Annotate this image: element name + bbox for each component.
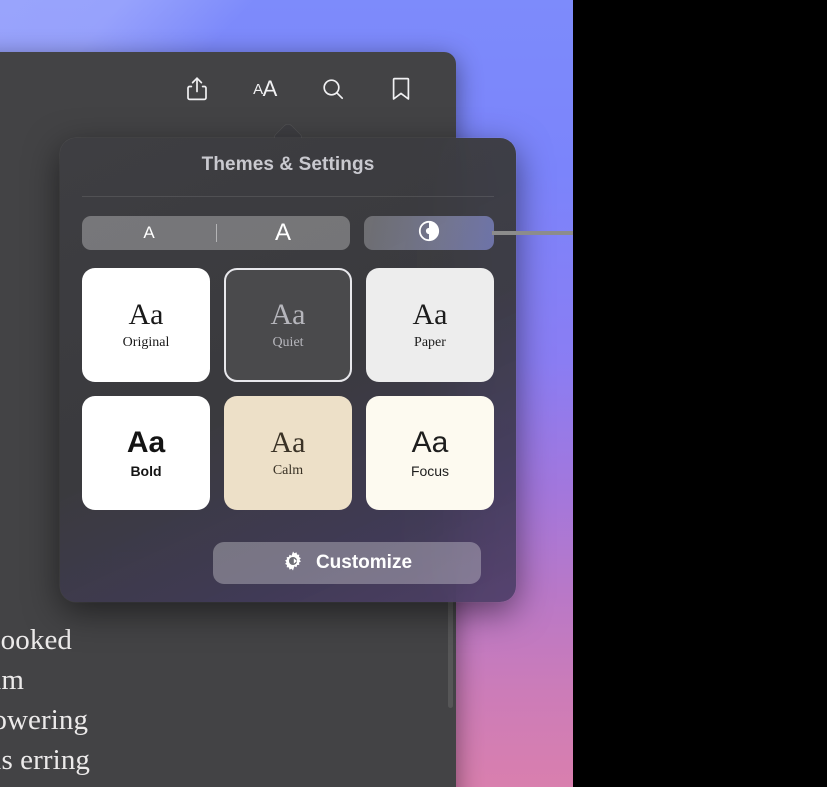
decrease-font-size-button[interactable]: A (82, 216, 216, 250)
themes-settings-popover: Themes & Settings A A Aa Original Aa Qui… (60, 138, 516, 602)
theme-sample-quiet: Aa (270, 298, 306, 332)
popover-tail (271, 120, 305, 140)
theme-name-original: Original (122, 334, 170, 350)
text-size-small-a: A (253, 80, 263, 98)
theme-name-quiet: Quiet (272, 334, 304, 350)
theme-sample-bold: Aa (126, 426, 166, 460)
callout-annotation-line (492, 231, 573, 235)
theme-name-paper: Paper (414, 334, 446, 350)
theme-card-quiet[interactable]: Aa Quiet (224, 268, 352, 382)
theme-card-paper[interactable]: Aa Paper (366, 268, 494, 382)
customize-button-label: Customize (315, 552, 413, 573)
theme-card-original[interactable]: Aa Original (82, 268, 210, 382)
gear-icon (282, 550, 304, 577)
theme-grid: Aa Original Aa Quiet Aa Paper Aa Bold Aa… (82, 268, 494, 510)
theme-name-focus: Focus (410, 462, 450, 479)
theme-name-bold: Bold (130, 462, 162, 479)
theme-sample-original: Aa (128, 298, 164, 332)
bookmark-icon[interactable] (384, 72, 418, 106)
contrast-circle-icon (418, 220, 440, 247)
text-size-big-a: A (262, 76, 278, 101)
popover-divider (82, 196, 494, 197)
theme-sample-calm: Aa (270, 426, 306, 460)
reader-toolbar: AA (0, 52, 456, 126)
theme-card-calm[interactable]: Aa Calm (224, 396, 352, 510)
text-size-icon[interactable]: AA (248, 72, 282, 106)
theme-sample-focus: Aa (411, 426, 449, 460)
search-icon[interactable] (316, 72, 350, 106)
share-icon[interactable] (180, 72, 214, 106)
increase-font-size-button[interactable]: A (216, 216, 350, 250)
theme-card-focus[interactable]: Aa Focus (366, 396, 494, 510)
appearance-toggle[interactable] (364, 216, 494, 250)
font-size-segmented-control[interactable]: A A (82, 216, 350, 250)
controls-row: A A (82, 216, 494, 250)
customize-button[interactable]: Customize (213, 542, 481, 584)
screen: AA I am shou r. Lo d gid not e ated. ret… (0, 0, 573, 787)
theme-sample-paper: Aa (412, 298, 448, 332)
theme-name-calm: Calm (272, 462, 304, 478)
theme-card-bold[interactable]: Aa Bold (82, 396, 210, 510)
segment-divider (216, 224, 217, 242)
popover-title: Themes & Settings (201, 154, 375, 175)
